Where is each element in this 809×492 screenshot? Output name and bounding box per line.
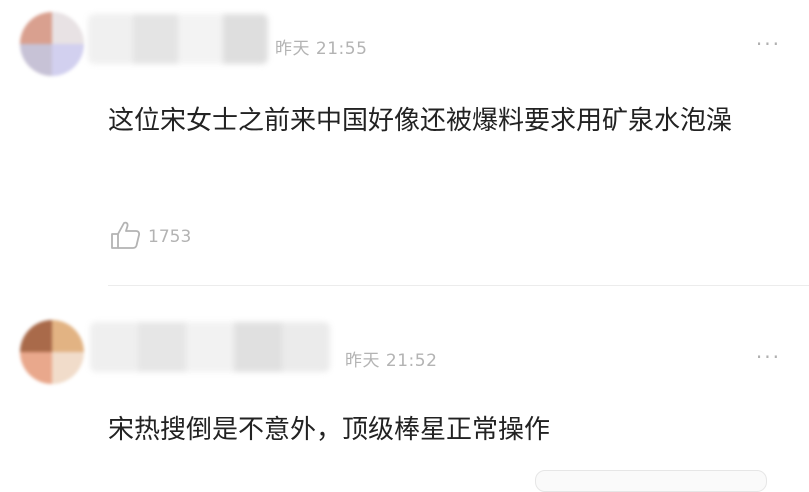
more-icon[interactable]: ··· [756, 345, 781, 369]
reply-preview[interactable] [535, 470, 767, 492]
avatar[interactable] [20, 12, 84, 76]
comment-text: 宋热搜倒是不意外，顶级棒星正常操作 [108, 415, 551, 445]
like-count: 1753 [148, 227, 192, 247]
comment-text: 这位宋女士之前来中国好像还被爆料要求用矿泉水泡澡 [108, 106, 733, 136]
comment-time: 昨天 21:55 [275, 39, 368, 59]
more-icon[interactable]: ··· [756, 32, 781, 56]
divider [108, 285, 809, 286]
like-button[interactable]: 1753 [110, 220, 191, 254]
avatar[interactable] [20, 320, 84, 384]
comment-item: 昨天 21:55 ··· 这位宋女士之前来中国好像还被爆料要求用矿泉水泡澡 17… [0, 0, 809, 286]
comment-item: 昨天 21:52 ··· 宋热搜倒是不意外，顶级棒星正常操作 [0, 287, 809, 479]
username-blurred[interactable] [90, 322, 330, 372]
comment-time: 昨天 21:52 [345, 351, 438, 371]
username-blurred[interactable] [88, 14, 268, 64]
thumbs-up-icon [110, 220, 142, 254]
